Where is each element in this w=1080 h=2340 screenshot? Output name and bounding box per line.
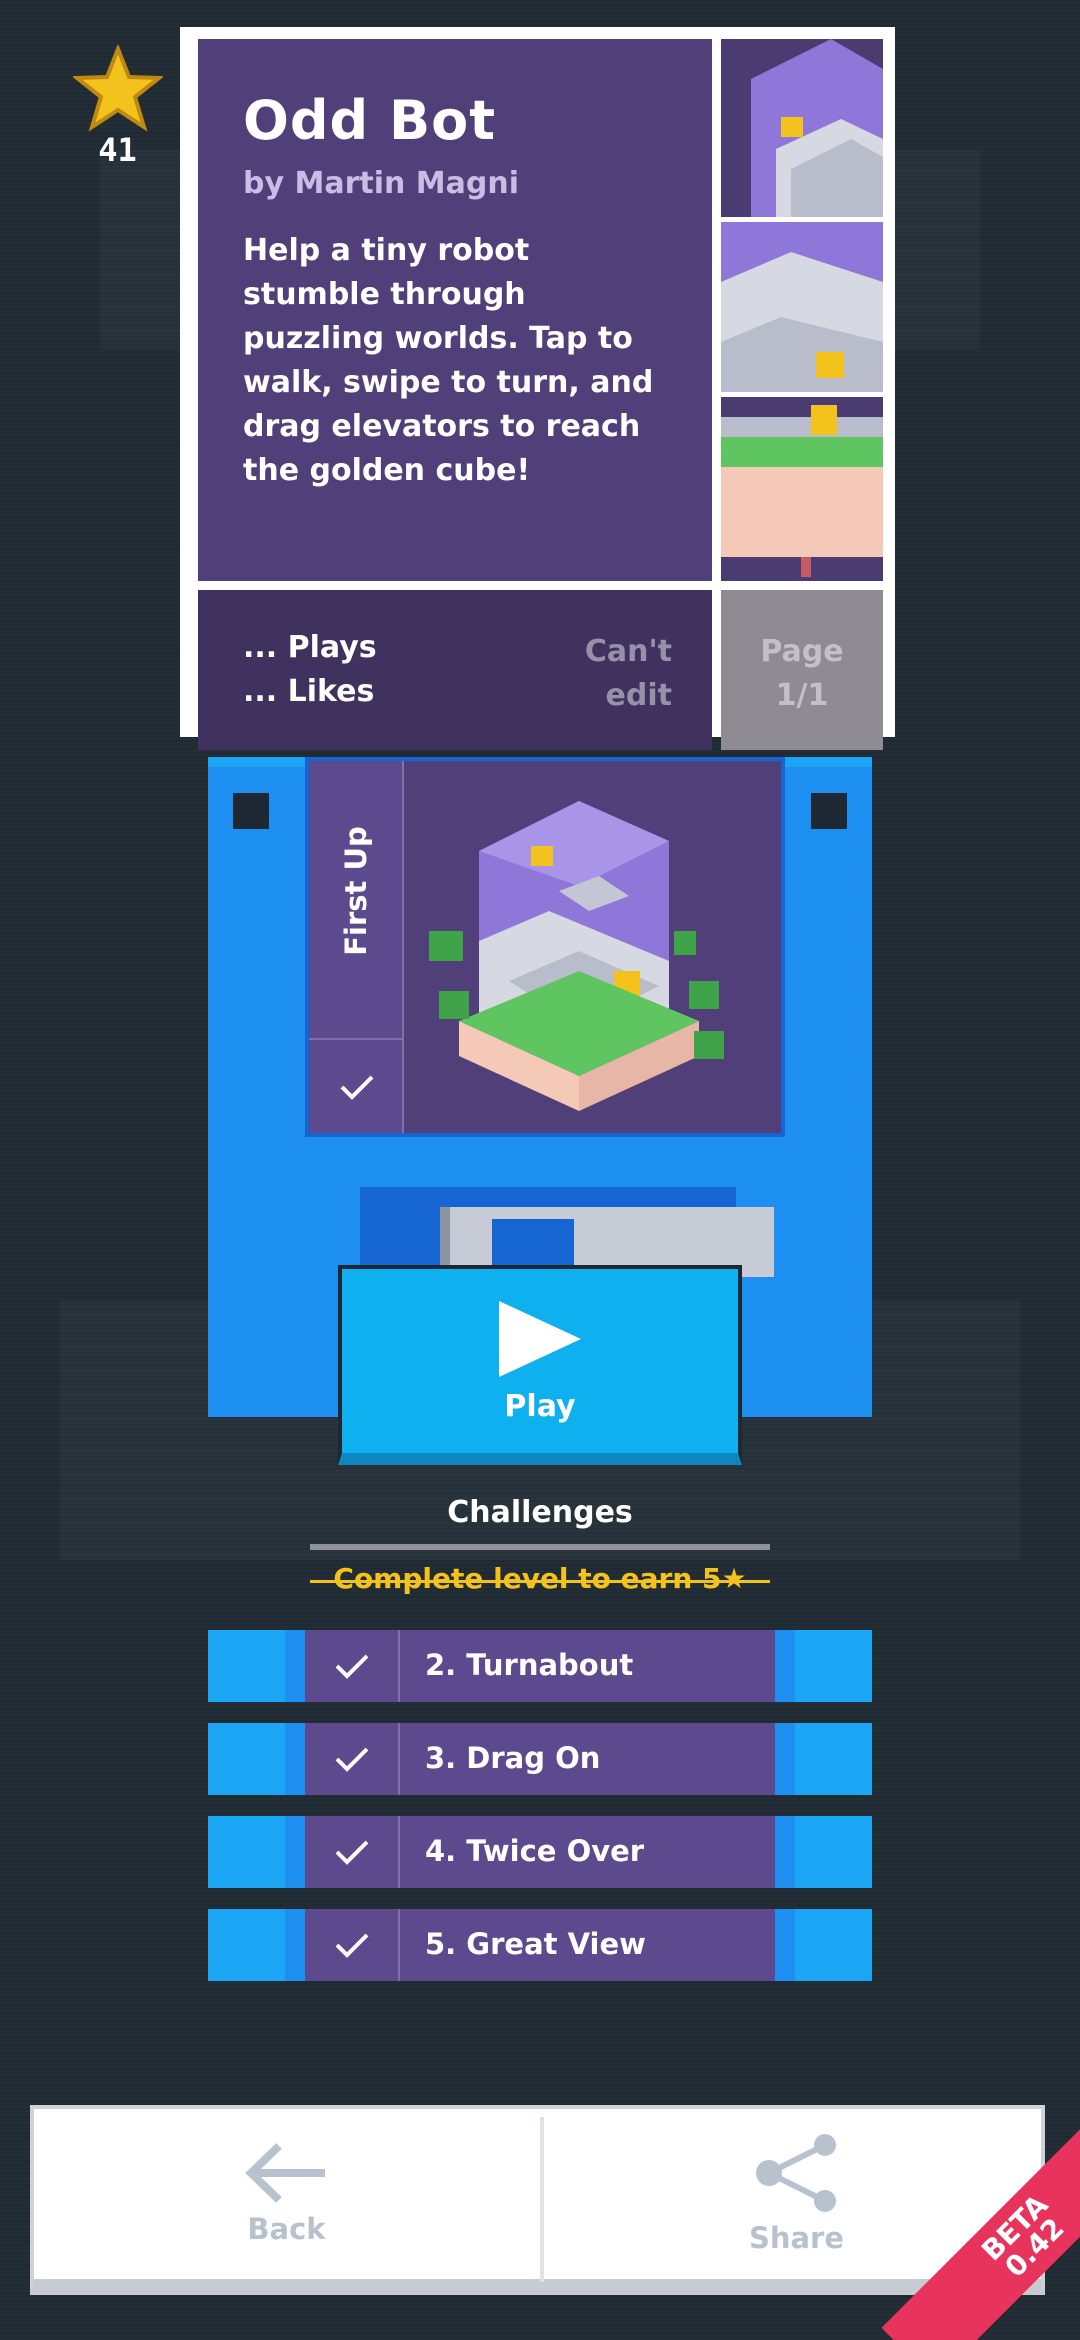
thumbnail (721, 397, 883, 581)
challenge-cap-left (208, 1723, 305, 1795)
challenge-label: 4. Twice Over (425, 1834, 645, 1868)
challenge-label: 2. Turnabout (425, 1648, 634, 1682)
share-icon (755, 2134, 836, 2212)
challenge-label: 3. Drag On (425, 1741, 601, 1775)
challenges-title: Challenges (447, 1495, 633, 1530)
challenge-cap-right (775, 1630, 872, 1702)
play-icon (499, 1300, 581, 1377)
challenge-body: 4. Twice Over (305, 1816, 775, 1888)
share-label: Share (748, 2221, 845, 2255)
star-icon (72, 45, 163, 132)
thumbnail (721, 39, 883, 217)
level-label-side: First Up (309, 761, 404, 1133)
challenge-check (305, 1723, 400, 1795)
challenge-body: 2. Turnabout (305, 1630, 775, 1702)
strikethrough-line (310, 1580, 770, 1583)
level-title: Odd Bot (243, 89, 497, 152)
arrow-left-icon (244, 2143, 325, 2203)
page-indicator-value: 1/1 (775, 678, 829, 713)
challenge-cap-left (208, 1909, 305, 1981)
page-indicator-label: Page (760, 634, 844, 669)
level-label[interactable]: First Up (305, 757, 785, 1137)
level-name: First Up (339, 826, 373, 956)
floppy-hole-left (233, 793, 269, 829)
challenge-cap-right (775, 1816, 872, 1888)
thumbnail (721, 222, 883, 392)
play-button[interactable]: Play (338, 1265, 742, 1465)
challenges-divider (310, 1544, 770, 1550)
level-preview-image (429, 801, 724, 1111)
floppy-hole-right (811, 793, 847, 829)
challenge-body: 3. Drag On (305, 1723, 775, 1795)
floppy-shutter (360, 1187, 774, 1277)
star-count: 41 (98, 131, 137, 169)
challenge-item[interactable]: 5. Great View (208, 1909, 872, 1981)
checkmark-icon (335, 1654, 368, 1679)
checkmark-icon (335, 1933, 368, 1958)
challenge-reward-text: Complete level to earn 5★ (310, 1562, 770, 1595)
level-author: by Martin Magni (243, 166, 520, 201)
bottom-action-bar: Back Share (30, 2105, 1045, 2295)
challenge-item[interactable]: 3. Drag On (208, 1723, 872, 1795)
plays-count: ... Plays (243, 630, 377, 665)
challenge-check (305, 1816, 400, 1888)
challenge-item[interactable]: 2. Turnabout (208, 1630, 872, 1702)
edit-status: Can't edit (585, 630, 672, 718)
level-complete-check (309, 1038, 404, 1133)
challenge-reward-label: Complete level to earn 5★ (333, 1562, 747, 1595)
challenge-cap-right (775, 1723, 872, 1795)
challenge-cap-left (208, 1816, 305, 1888)
level-thumbnails (721, 39, 883, 581)
checkmark-icon (340, 1075, 373, 1100)
back-button[interactable]: Back (34, 2109, 539, 2279)
page-indicator: Page 1/1 (721, 590, 883, 750)
level-stats-panel: ... Plays ... Likes Can't edit (198, 590, 712, 750)
level-info-panel: Odd Bot by Martin Magni Help a tiny robo… (198, 39, 712, 581)
star-counter: 41 (70, 45, 165, 169)
challenge-label: 5. Great View (425, 1927, 646, 1961)
challenge-cap-left (208, 1630, 305, 1702)
challenge-cap-right (775, 1909, 872, 1981)
challenge-check (305, 1909, 400, 1981)
level-info-card: Odd Bot by Martin Magni Help a tiny robo… (180, 27, 895, 750)
back-label: Back (247, 2212, 326, 2246)
checkmark-icon (335, 1747, 368, 1772)
play-label: Play (504, 1388, 576, 1424)
level-description: Help a tiny robot stumble through puzzli… (243, 233, 654, 488)
challenge-check (305, 1630, 400, 1702)
challenge-item[interactable]: 4. Twice Over (208, 1816, 872, 1888)
checkmark-icon (335, 1840, 368, 1865)
likes-count: ... Likes (243, 674, 375, 709)
challenge-body: 5. Great View (305, 1909, 775, 1981)
edit-status-line1: Can't (584, 634, 672, 669)
edit-status-line2: edit (605, 678, 672, 713)
floppy-shutter-slot (492, 1219, 574, 1267)
